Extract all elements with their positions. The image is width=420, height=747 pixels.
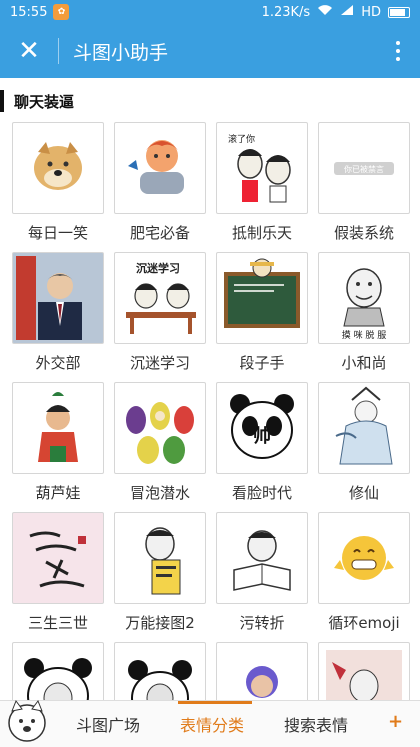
sticker-item[interactable]: 万能接图2 [114,512,206,633]
sticker-item[interactable] [12,642,104,702]
sticker-item[interactable]: 三生三世 [12,512,104,633]
sticker-item[interactable] [318,642,410,702]
sticker-grid: 每日一笑 肥宅必备 滚了你 抵制乐天 你已被禁言 假装系统 外交部 沉迷学习 沉… [0,122,420,702]
sticker-thumbnail-teletubbies [114,382,206,474]
sticker-label: 抵制乐天 [231,224,292,242]
sticker-caption: 帅 [253,425,271,447]
signal-icon [340,4,354,20]
title-divider [58,38,59,64]
sticker-caption: 滚了你 [228,133,255,145]
sticker-label: 肥宅必备 [129,224,190,242]
tab-search-stickers[interactable]: 搜索表情 [284,701,348,747]
sticker-thumbnail-panda-face [12,642,104,702]
sticker-thumbnail-study: 沉迷学习 [114,252,206,344]
sticker-item[interactable]: 段子手 [216,252,308,373]
sticker-item[interactable]: 你已被禁言 假装系统 [318,122,410,243]
sticker-label: 假装系统 [333,224,394,242]
sticker-label: 万能接图2 [125,614,195,632]
sticker-item[interactable]: 外交部 [12,252,104,373]
sticker-thumbnail-red-dance [318,642,410,702]
sticker-caption: 你已被禁言 [344,164,384,174]
sticker-item[interactable]: 修仙 [318,382,410,503]
section-header: 聊天装逼 [0,86,420,116]
plus-icon[interactable]: + [388,711,403,732]
sticker-label: 葫芦娃 [35,484,81,502]
sticker-thumbnail-boycott: 滚了你 [216,122,308,214]
sticker-item[interactable]: 葫芦娃 [12,382,104,503]
sticker-thumbnail-calabash [12,382,104,474]
sticker-thumbnail-girl-photo [216,642,308,702]
tab-sticker-categories[interactable]: 表情分类 [180,701,244,747]
sticker-thumbnail-diplomat [12,252,104,344]
sticker-thumbnail-emoji [318,512,410,604]
more-vertical-icon[interactable] [376,41,420,61]
sticker-thumbnail-otaku [114,122,206,214]
sticker-thumbnail-doge [12,122,104,214]
sticker-item[interactable]: 污转折 [216,512,308,633]
sticker-item[interactable]: 滚了你 抵制乐天 [216,122,308,243]
sticker-thumbnail-monk: 摸 咪 脱 服 [318,252,410,344]
sticker-thumbnail-panda-handsome: 帅 [216,382,308,474]
status-time: 15:55 [10,4,48,20]
title-bar: ✕ 斗图小助手 [0,24,420,78]
page-title: 斗图小助手 [73,41,169,64]
bottom-tab-bar: 斗图广场 表情分类 搜索表情 + [0,697,420,747]
section-title: 聊天装逼 [14,92,75,111]
sticker-thumbnail-blackboard [216,252,308,344]
sticker-label: 段子手 [239,354,285,372]
sticker-item[interactable]: 帅 看脸时代 [216,382,308,503]
network-type: HD [361,4,381,20]
wifi-icon [317,4,333,20]
sticker-caption: 沉迷学习 [136,261,180,275]
sticker-caption: 摸 咪 脱 服 [342,329,387,340]
sticker-label: 小和尚 [341,354,387,372]
sticker-label: 循环emoji [328,614,400,632]
dog-logo-icon[interactable] [6,697,48,743]
sticker-label: 三生三世 [27,614,88,632]
sticker-item[interactable] [114,642,206,702]
sticker-item[interactable]: 肥宅必备 [114,122,206,243]
sticker-item[interactable]: 摸 咪 脱 服 小和尚 [318,252,410,373]
sticker-item[interactable] [216,642,308,702]
sticker-item[interactable]: 冒泡潜水 [114,382,206,503]
section-marker [0,90,4,112]
sticker-label: 污转折 [239,614,285,632]
sticker-label: 每日一笑 [27,224,88,242]
sticker-item[interactable]: 沉迷学习 沉迷学习 [114,252,206,373]
sticker-thumbnail-reading [216,512,308,604]
battery-icon [388,6,410,18]
sticker-label: 沉迷学习 [129,354,190,372]
sticker-thumbnail-panda-head [114,642,206,702]
sticker-thumbnail-fake-system: 你已被禁言 [318,122,410,214]
close-icon[interactable]: ✕ [0,24,58,78]
sticker-item[interactable]: 每日一笑 [12,122,104,243]
status-bar: 15:55 ✿ 1.23K/s HD [0,0,420,24]
sticker-label: 修仙 [348,484,379,502]
sticker-thumbnail-meme-sign [114,512,206,604]
sticker-label: 看脸时代 [231,484,292,502]
network-speed: 1.23K/s [261,4,311,20]
app-badge-icon: ✿ [53,4,70,20]
sticker-thumbnail-calligraphy [12,512,104,604]
sticker-label: 冒泡潜水 [129,484,190,502]
sticker-item[interactable]: 循环emoji [318,512,410,633]
sticker-thumbnail-immortal [318,382,410,474]
tab-doutu-square[interactable]: 斗图广场 [76,701,140,747]
sticker-label: 外交部 [35,354,81,372]
